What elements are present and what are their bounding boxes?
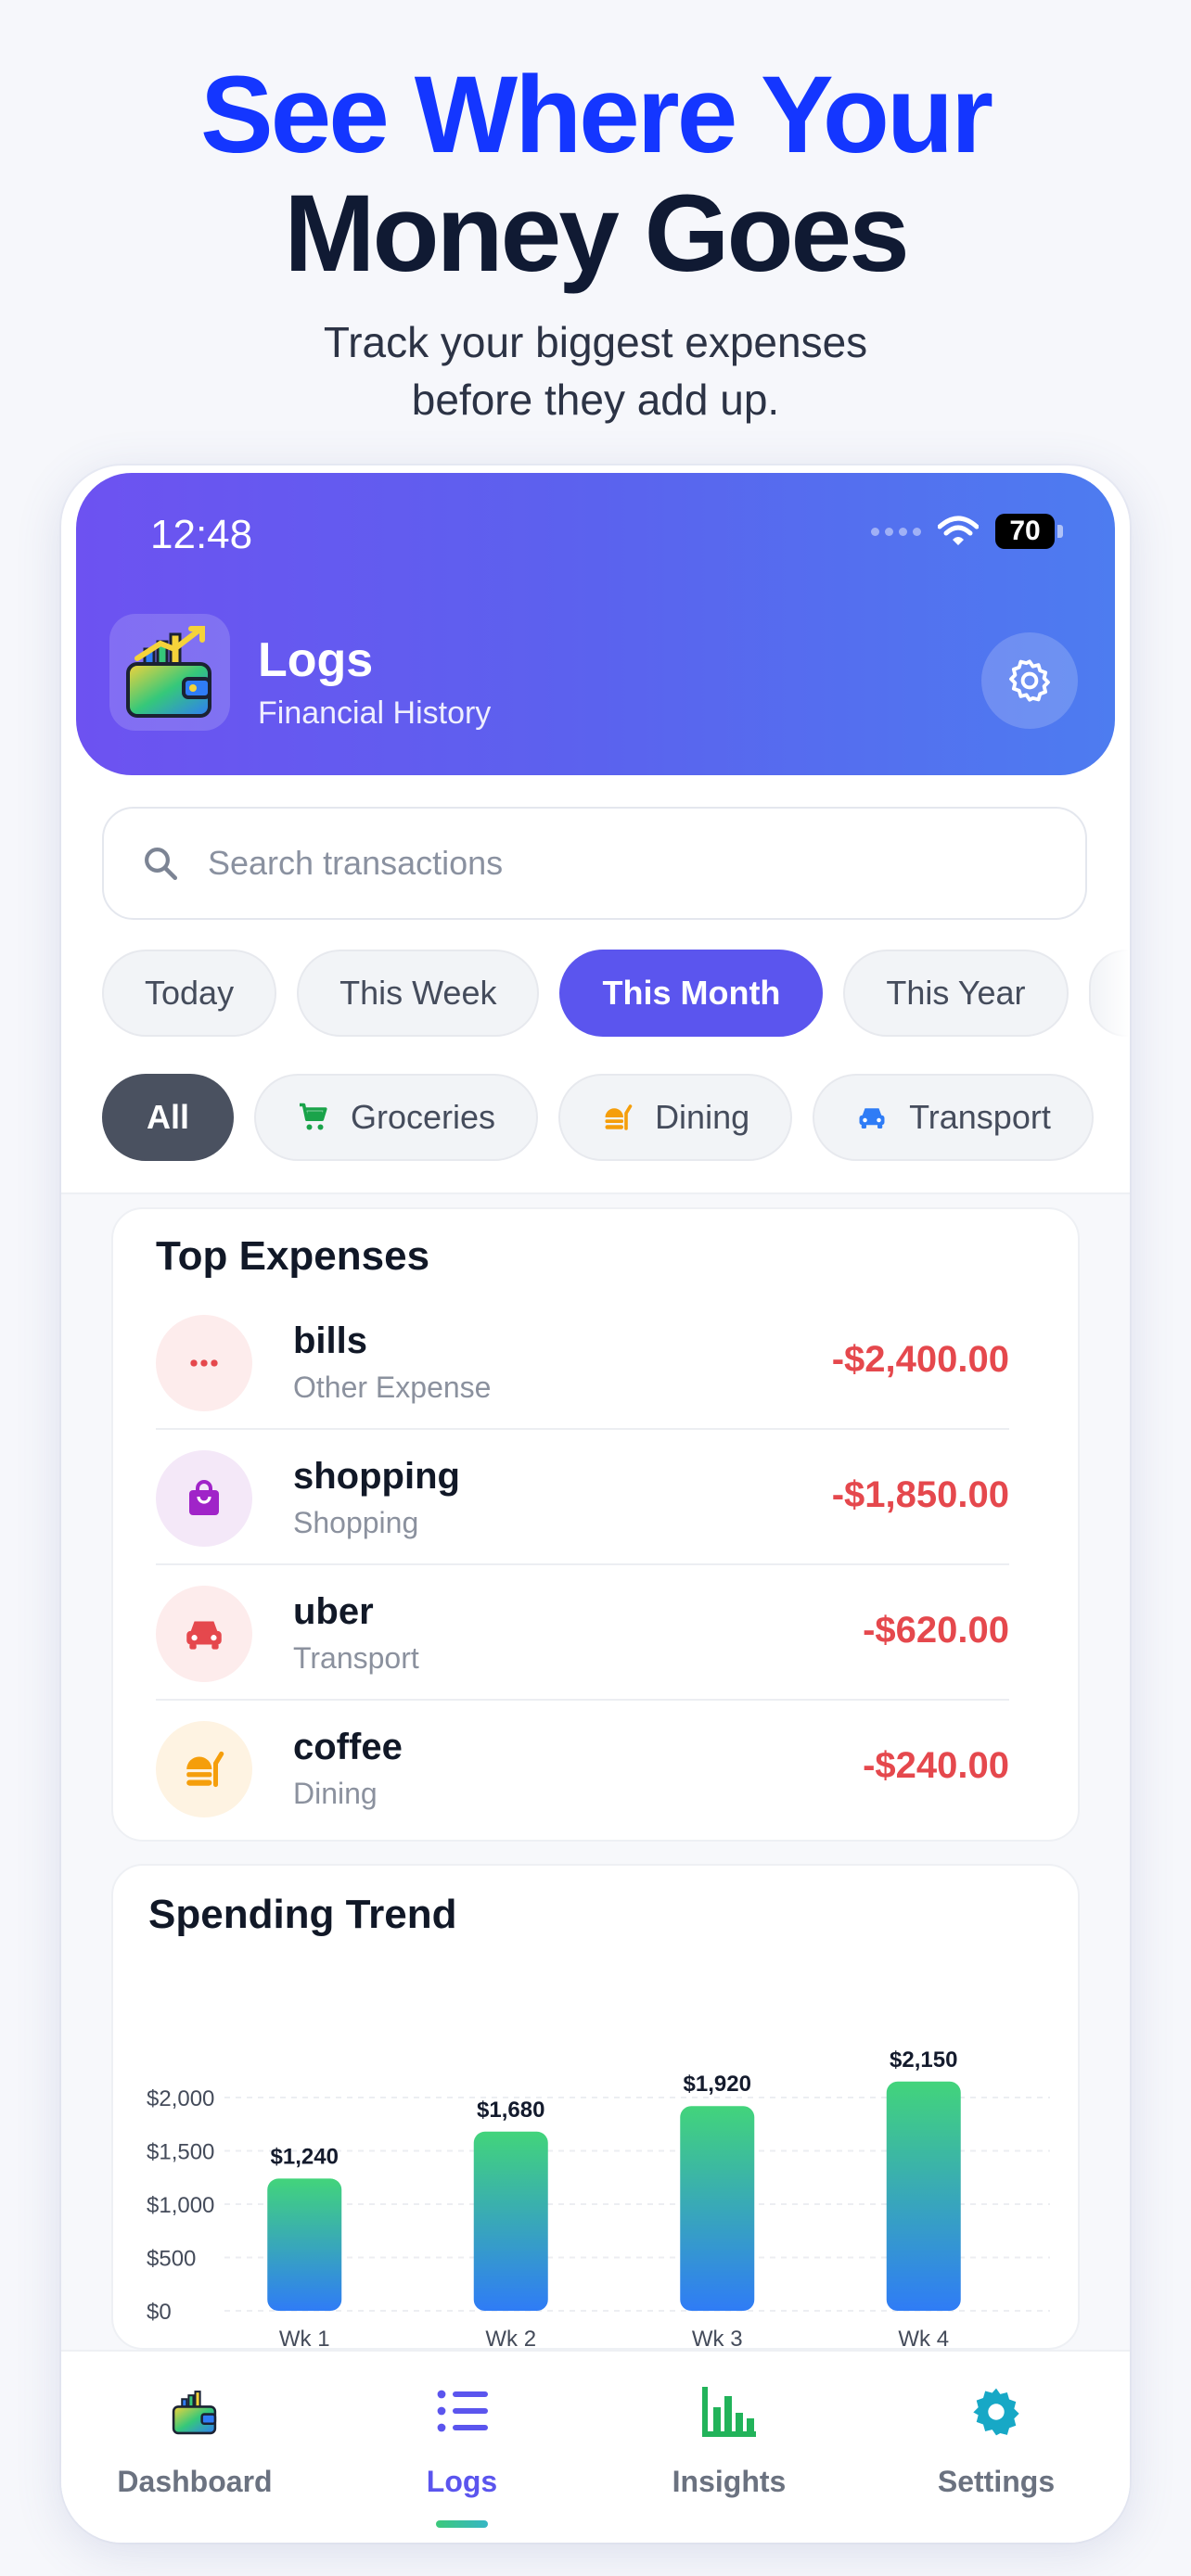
spending-trend-card: Spending Trend $0 $500 $1,000 $1,500 $2,000 $… [111,1864,1080,2350]
category-dining-label: Dining [655,1098,750,1136]
category-groceries-label: Groceries [351,1098,496,1136]
expense-row[interactable]: coffee Dining -$240.00 [156,1701,1009,1836]
category-all[interactable]: All [102,1074,235,1161]
chart-data-label: $1,680 [477,2098,544,2123]
expense-category: Dining [293,1777,378,1810]
expense-name: bills [293,1320,368,1361]
hero-headline-line2: Money Goes [284,172,910,295]
app-header: 12:48 70 Logs Financial History [76,473,1115,775]
cellular-signal-icon [871,527,921,536]
chart-y-tick-label: $1,500 [147,2140,214,2165]
wallet-icon [61,2385,328,2437]
chart-data-label: $2,150 [890,2047,957,2072]
expense-category: Shopping [293,1506,419,1539]
expense-amount: -$620.00 [863,1610,1009,1651]
more-icon [156,1315,252,1411]
filter-this-year[interactable]: This Year [843,950,1069,1037]
chart-bar [267,2178,342,2311]
battery-level: 70 [995,514,1055,549]
hero: See Where Your Money Goes Track your big… [0,56,1191,428]
bar-chart-icon [596,2385,863,2439]
tab-insights[interactable]: Insights [596,2352,863,2543]
shopping-bag-icon [156,1450,252,1547]
period-filter-row: Today This Week This Month This Year [102,950,1130,1037]
category-groceries[interactable]: Groceries [254,1074,539,1161]
phone-frame: 12:48 70 Logs Financial History Search t… [61,465,1130,2543]
tab-dashboard[interactable]: Dashboard [61,2352,328,2543]
tab-dashboard-label: Dashboard [117,2465,273,2498]
expense-amount: -$2,400.00 [831,1339,1009,1380]
tab-settings-label: Settings [937,2465,1056,2498]
active-tab-indicator [436,2520,488,2528]
list-icon [328,2385,596,2437]
search-icon [141,844,180,883]
bottom-tab-bar: Dashboard Logs Insights Settings [61,2350,1130,2543]
hero-subtitle-line1: Track your biggest expenses [323,318,868,366]
spending-trend-title: Spending Trend [148,1892,457,1937]
scroll-fade [1093,938,1130,1142]
tab-insights-label: Insights [672,2465,787,2498]
chart-bar [886,2081,961,2311]
expense-category: Transport [293,1641,419,1675]
food-icon [601,1101,634,1134]
hero-headline-line1: See Where Your [199,54,993,176]
spending-trend-chart: $0 $500 $1,000 $1,500 $2,000 $1,240 Wk 1 $1,680… [147,2047,1050,2348]
chart-y-tick-label: $500 [147,2247,196,2272]
tab-settings[interactable]: Settings [863,2352,1130,2543]
chart-x-tick-label: Wk 1 [279,2327,330,2348]
header-subtitle: Financial History [258,695,492,731]
chart-data-label: $1,920 [684,2072,751,2097]
header-settings-button[interactable] [981,632,1078,729]
expense-row[interactable]: shopping Shopping -$1,850.00 [156,1430,1009,1565]
expense-name: uber [293,1591,374,1632]
category-dining[interactable]: Dining [558,1074,793,1161]
tab-logs-label: Logs [426,2465,498,2498]
filter-today[interactable]: Today [102,950,277,1037]
expense-row[interactable]: uber Transport -$620.00 [156,1565,1009,1701]
expense-row[interactable]: bills Other Expense -$2,400.00 [156,1294,1009,1430]
search-bar[interactable] [102,807,1087,920]
gear-icon [1009,659,1050,702]
top-expenses-card: Top Expenses bills Other Expense -$2,400… [111,1207,1080,1842]
chart-x-tick-label: Wk 4 [898,2327,949,2348]
food-icon [156,1721,252,1817]
battery-indicator: 70 [995,514,1063,549]
status-time: 12:48 [150,512,253,557]
wallet-icon [126,626,211,718]
category-filter-row: All Groceries Dining Transport [102,1074,1094,1161]
search-input[interactable] [208,844,1005,883]
hero-subtitle: Track your biggest expenses before they … [0,313,1191,428]
cart-icon [297,1101,330,1134]
expense-category: Other Expense [293,1371,492,1404]
category-transport-label: Transport [909,1098,1051,1136]
expense-amount: -$240.00 [863,1745,1009,1786]
car-icon [855,1101,889,1134]
chart-bar [680,2106,755,2311]
expense-name: shopping [293,1456,460,1497]
hero-subtitle-line2: before they add up. [411,376,780,424]
chart-data-label: $1,240 [271,2144,339,2169]
chart-y-tick-label: $2,000 [147,2086,214,2111]
filter-this-week[interactable]: This Week [297,950,540,1037]
status-indicators: 70 [871,514,1063,549]
chart-x-tick-label: Wk 2 [485,2327,536,2348]
app-logo [109,614,230,731]
expense-name: coffee [293,1727,403,1767]
header-title: Logs [258,633,374,687]
chart-bar [473,2131,548,2311]
tab-logs[interactable]: Logs [328,2352,596,2543]
top-expenses-title: Top Expenses [156,1233,430,1279]
car-icon [156,1586,252,1682]
wifi-icon [938,516,979,545]
chart-x-tick-label: Wk 3 [692,2327,743,2348]
category-transport[interactable]: Transport [813,1074,1094,1161]
gear-icon [863,2385,1130,2439]
chart-y-tick-label: $1,000 [147,2193,214,2218]
filter-this-month[interactable]: This Month [559,950,824,1037]
expense-amount: -$1,850.00 [831,1474,1009,1515]
chart-y-tick-label: $0 [147,2300,172,2325]
